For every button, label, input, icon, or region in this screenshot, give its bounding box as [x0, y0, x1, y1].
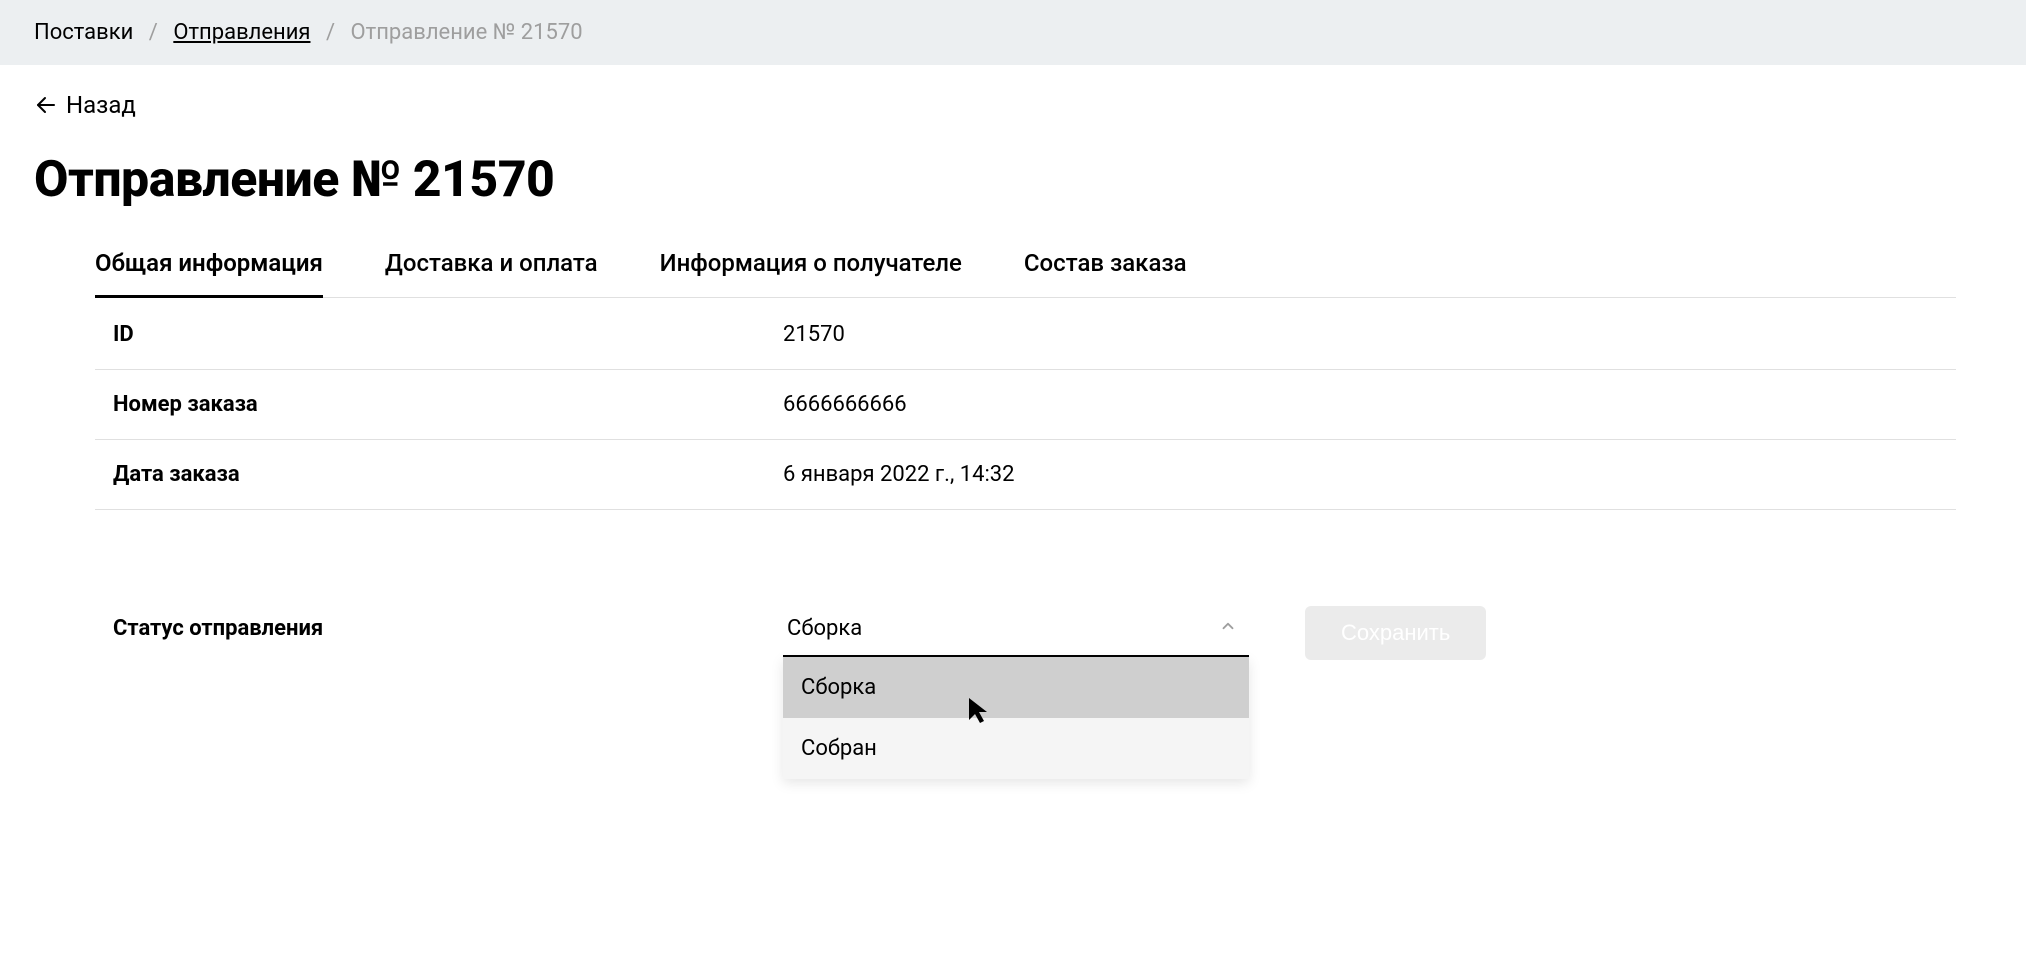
info-label-id: ID [113, 322, 783, 347]
save-button[interactable]: Сохранить [1305, 606, 1486, 660]
breadcrumb-current: Отправление № 21570 [351, 20, 583, 45]
back-label: Назад [66, 91, 136, 119]
tab-order-composition[interactable]: Состав заказа [1024, 249, 1187, 298]
page-title: Отправление № 21570 [34, 151, 2026, 209]
tab-general-info[interactable]: Общая информация [95, 249, 323, 298]
arrow-left-icon [34, 93, 58, 117]
chevron-up-icon [1219, 616, 1237, 641]
info-value-order-date: 6 января 2022 г., 14:32 [783, 462, 1015, 487]
info-value-order-number: 6666666666 [783, 392, 907, 417]
status-option-assembly[interactable]: Сборка [783, 657, 1249, 718]
breadcrumb: Поставки / Отправления / Отправление № 2… [0, 0, 2026, 65]
breadcrumb-separator: / [149, 20, 158, 45]
status-select-value: Сборка [787, 616, 862, 641]
status-row: Статус отправления Сборка Сборка Собран … [95, 570, 1956, 660]
status-dropdown: Сборка Собран [783, 657, 1249, 779]
info-value-id: 21570 [783, 322, 845, 347]
breadcrumb-item-supplies[interactable]: Поставки [34, 20, 133, 45]
status-label: Статус отправления [113, 606, 783, 641]
info-row-order-number: Номер заказа 6666666666 [95, 370, 1956, 440]
info-label-order-number: Номер заказа [113, 392, 783, 417]
tabs: Общая информация Доставка и оплата Инфор… [95, 249, 1956, 298]
status-select[interactable]: Сборка [783, 606, 1249, 657]
status-option-assembled[interactable]: Собран [783, 718, 1249, 779]
back-button[interactable]: Назад [34, 91, 136, 119]
tab-delivery-payment[interactable]: Доставка и оплата [385, 249, 598, 298]
breadcrumb-item-shipments[interactable]: Отправления [173, 20, 310, 45]
tab-recipient-info[interactable]: Информация о получателе [660, 249, 962, 298]
info-row-order-date: Дата заказа 6 января 2022 г., 14:32 [95, 440, 1956, 510]
breadcrumb-separator: / [326, 20, 335, 45]
info-row-id: ID 21570 [95, 300, 1956, 370]
info-label-order-date: Дата заказа [113, 462, 783, 487]
